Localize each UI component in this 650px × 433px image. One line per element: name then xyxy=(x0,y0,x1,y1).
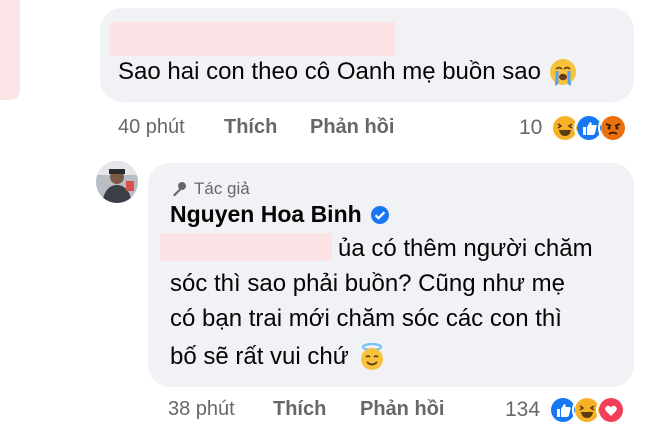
reaction-count[interactable]: 134 xyxy=(505,398,540,422)
reply-button[interactable]: Phản hồi xyxy=(360,398,444,421)
reply-button[interactable]: Phản hồi xyxy=(310,116,394,139)
microphone-icon xyxy=(173,182,186,197)
redacted-commenter-name[interactable] xyxy=(110,22,395,56)
reaction-summary[interactable]: 10 xyxy=(519,113,629,143)
author-reply-bubble: Tác giả Nguyen Hoa Binh ủa có thêm người… xyxy=(148,163,634,387)
redacted-mention[interactable] xyxy=(160,233,332,261)
like-button[interactable]: Thích xyxy=(273,398,326,421)
comment-bubble: Sao hai con theo cô Oanh mẹ buồn sao xyxy=(100,8,634,102)
author-avatar[interactable] xyxy=(96,161,138,203)
angry-reaction-icon xyxy=(598,113,629,143)
reply-text-line: bố sẽ rất vui chứ xyxy=(170,342,387,372)
reaction-summary[interactable]: 134 xyxy=(505,395,627,425)
author-name[interactable]: Nguyen Hoa Binh xyxy=(170,201,390,228)
reply-text-line: có bạn trai mới chăm sóc các con thì xyxy=(170,305,562,332)
comment-text: Sao hai con theo cô Oanh mẹ buồn sao xyxy=(118,58,577,86)
comment-time: 40 phút xyxy=(118,116,185,138)
reply-text-line: sóc thì sao phải buồn? Cũng như mẹ xyxy=(170,270,565,297)
reply-time: 38 phút xyxy=(168,398,235,420)
love-reaction-icon xyxy=(596,395,627,425)
smiling-halo-icon xyxy=(360,342,383,370)
like-button[interactable]: Thích xyxy=(224,116,277,139)
verified-badge-icon xyxy=(370,205,389,224)
avatar-photo-icon xyxy=(96,161,138,203)
author-tag: Tác giả xyxy=(170,179,250,199)
reaction-count[interactable]: 10 xyxy=(519,116,542,140)
commenter-avatar-redacted[interactable] xyxy=(0,0,20,100)
crying-face-icon xyxy=(549,59,576,86)
reply-text-line: ủa có thêm người chăm xyxy=(338,235,593,262)
